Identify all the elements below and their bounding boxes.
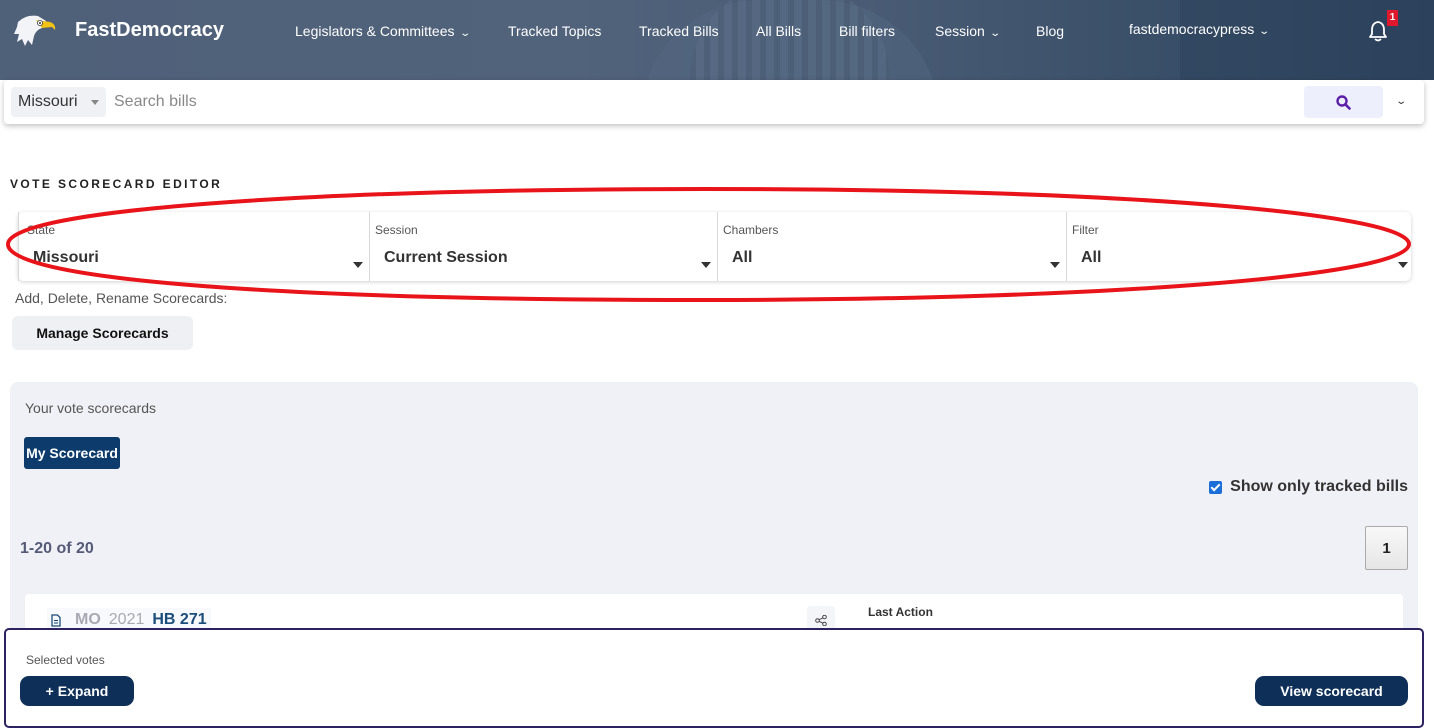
bill-number[interactable]: HB 271 xyxy=(152,611,206,629)
selected-votes-label: Selected votes xyxy=(26,653,105,667)
filter-label: Session xyxy=(375,223,418,237)
chambers-filter[interactable]: Chambers All xyxy=(717,212,1066,281)
chevron-down-icon: ⌄ xyxy=(458,28,471,39)
type-filter[interactable]: Filter All xyxy=(1066,212,1411,281)
caret-down-icon xyxy=(1398,262,1408,268)
state-filter[interactable]: State Missouri xyxy=(18,212,369,281)
search-bar: Missouri ⌄ xyxy=(4,80,1424,124)
last-action-label: Last Action xyxy=(868,605,933,619)
search-state-select[interactable]: Missouri xyxy=(11,87,106,117)
manage-scorecards-button[interactable]: Manage Scorecards xyxy=(12,316,193,350)
filter-value: All xyxy=(1081,249,1102,266)
nav-label: Session xyxy=(935,23,985,39)
capitol-columns-background xyxy=(690,0,890,80)
notification-badge: 1 xyxy=(1387,10,1398,26)
nav-tracked-topics[interactable]: Tracked Topics xyxy=(508,23,601,39)
chevron-down-icon[interactable]: ⌄ xyxy=(1395,96,1407,107)
caret-down-icon xyxy=(353,262,363,268)
page-button[interactable]: 1 xyxy=(1365,526,1408,570)
nav-label: Legislators & Committees xyxy=(295,23,455,39)
show-tracked-label: Show only tracked bills xyxy=(1230,478,1408,495)
nav-session[interactable]: Session ⌄ xyxy=(935,23,1001,39)
manage-scorecards-label: Add, Delete, Rename Scorecards: xyxy=(15,290,228,306)
scorecard-tab-my-scorecard[interactable]: My Scorecard xyxy=(24,437,120,469)
filter-value: All xyxy=(732,249,753,266)
nav-all-bills[interactable]: All Bills xyxy=(756,23,801,39)
search-input[interactable] xyxy=(114,87,1294,117)
nav-bill-filters[interactable]: Bill filters xyxy=(839,23,895,39)
scorecards-title: Your vote scorecards xyxy=(25,400,156,416)
user-menu[interactable]: fastdemocracypress ⌄ xyxy=(1129,21,1271,37)
eagle-logo-icon[interactable] xyxy=(12,12,58,52)
expand-button[interactable]: + Expand xyxy=(20,676,134,706)
caret-down-icon xyxy=(701,262,711,268)
filter-row: State Missouri Session Current Session C… xyxy=(18,212,1411,281)
session-filter[interactable]: Session Current Session xyxy=(369,212,717,281)
selected-votes-bar: Selected votes + Expand View scorecard xyxy=(4,628,1424,728)
nav-tracked-bills[interactable]: Tracked Bills xyxy=(639,23,719,39)
view-scorecard-button[interactable]: View scorecard xyxy=(1255,676,1408,706)
caret-down-icon xyxy=(91,100,99,105)
caret-down-icon xyxy=(1050,262,1060,268)
chevron-down-icon: ⌄ xyxy=(1258,26,1271,37)
results-count: 1-20 of 20 xyxy=(20,540,94,557)
filter-value: Missouri xyxy=(33,249,99,266)
bill-year: 2021 xyxy=(108,611,145,628)
search-icon xyxy=(1336,95,1351,110)
page-title: VOTE SCORECARD EDITOR xyxy=(10,177,223,191)
document-icon xyxy=(51,613,61,627)
search-state-value: Missouri xyxy=(18,93,78,110)
nav-legislators-committees[interactable]: Legislators & Committees ⌄ xyxy=(295,23,471,39)
filter-label: Filter xyxy=(1072,223,1099,237)
bill-state: MO xyxy=(75,611,101,628)
brand-name[interactable]: FastDemocracy xyxy=(75,19,224,42)
bell-icon[interactable] xyxy=(1368,20,1388,42)
search-button[interactable] xyxy=(1304,86,1383,118)
share-icon xyxy=(815,615,827,626)
show-tracked-toggle[interactable]: Show only tracked bills xyxy=(1209,478,1408,496)
chevron-down-icon: ⌄ xyxy=(989,28,1001,39)
filter-label: State xyxy=(27,223,56,237)
filter-label: Chambers xyxy=(723,223,779,237)
filter-value: Current Session xyxy=(384,249,508,266)
top-navbar: FastDemocracy Legislators & Committees ⌄ … xyxy=(0,0,1434,80)
nav-blog[interactable]: Blog xyxy=(1036,23,1064,39)
checkbox-checked[interactable] xyxy=(1209,480,1223,494)
username: fastdemocracypress xyxy=(1129,21,1255,37)
